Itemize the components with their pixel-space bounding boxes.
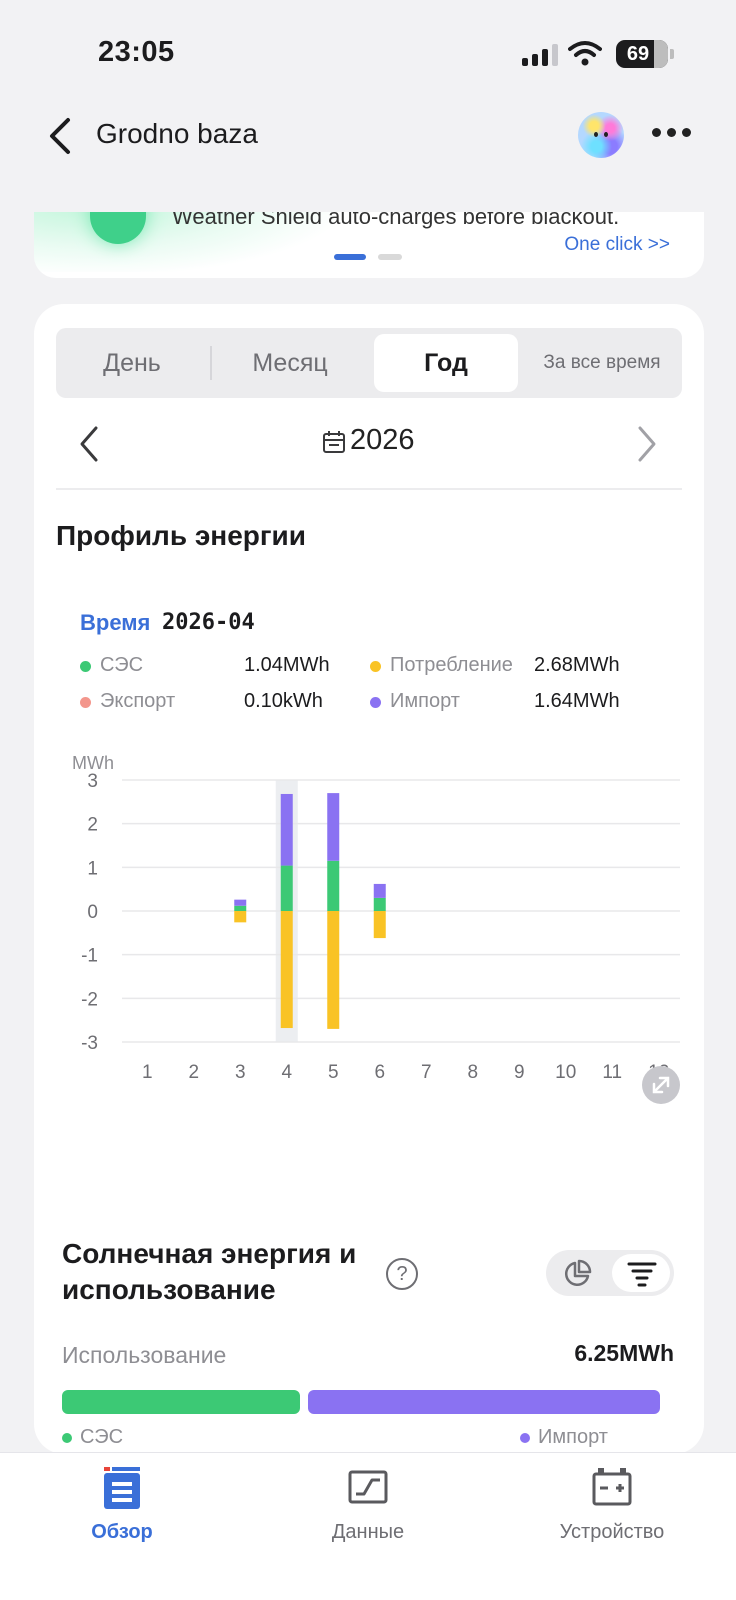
legend-dot-pv xyxy=(80,661,91,672)
x-tick-label: 10 xyxy=(555,1062,576,1083)
y-tick-label: -1 xyxy=(81,946,98,967)
y-tick-label: 1 xyxy=(87,858,98,879)
legend-value-import: 1.64MWh xyxy=(534,690,620,712)
y-axis-label: MWh xyxy=(72,753,114,773)
tab-all-time[interactable]: За все время xyxy=(526,328,678,398)
nav-data[interactable]: Данные xyxy=(268,1466,468,1544)
battery-cap xyxy=(670,49,674,59)
bar-segment xyxy=(280,865,293,911)
next-period-chevron-icon[interactable] xyxy=(636,424,658,464)
legend-value-consumption: 2.68MWh xyxy=(534,654,620,676)
status-time: 23:05 xyxy=(98,36,175,68)
tab-year[interactable]: Год xyxy=(374,328,518,398)
nav-overview-label: Обзор xyxy=(91,1521,153,1543)
bar-segment xyxy=(327,793,340,861)
tab-day[interactable]: День xyxy=(60,328,204,398)
x-tick-label: 1 xyxy=(142,1062,153,1083)
usage-legend-pv-label: СЭС xyxy=(80,1426,124,1448)
selected-year[interactable]: 2026 xyxy=(350,424,415,457)
bar-segment xyxy=(234,911,247,923)
legend-dot-export xyxy=(80,697,91,708)
flow-bars-icon[interactable] xyxy=(626,1260,658,1288)
x-tick-label: 2 xyxy=(188,1062,199,1083)
carousel-dot-active xyxy=(334,254,366,260)
banner-one-click-link[interactable]: One click >> xyxy=(564,234,670,256)
bar-segment xyxy=(327,911,340,1029)
previous-period-chevron-icon[interactable] xyxy=(78,424,100,464)
tooltip-time-label: Время xyxy=(80,610,151,635)
legend-value-export: 0.10kWh xyxy=(244,690,323,712)
bar-segment xyxy=(234,899,247,906)
bar-segment xyxy=(280,793,293,866)
y-tick-label: 3 xyxy=(87,771,98,792)
bar-segment xyxy=(373,883,386,898)
legend-value-pv: 1.04MWh xyxy=(244,654,330,676)
bar-segment xyxy=(280,911,293,1029)
x-tick-label: 11 xyxy=(602,1062,622,1083)
chart-icon xyxy=(348,1470,388,1504)
legend-dot-import xyxy=(370,697,381,708)
banner-text: Weather Shield auto-charges before black… xyxy=(172,212,620,229)
nav-overview[interactable]: Обзор xyxy=(22,1466,222,1544)
bar-segment xyxy=(327,860,340,911)
pie-chart-icon[interactable] xyxy=(562,1259,592,1289)
legend-name-export: Экспорт xyxy=(100,690,176,712)
help-icon[interactable]: ? xyxy=(386,1258,418,1290)
cellular-signal-icon xyxy=(522,44,558,66)
avatar[interactable] xyxy=(578,112,624,158)
tab-month[interactable]: Месяц xyxy=(216,328,364,398)
y-tick-label: -2 xyxy=(81,989,98,1010)
usage-legend-pv: СЭС xyxy=(62,1426,123,1449)
y-tick-label: 0 xyxy=(87,902,98,923)
carousel-dot xyxy=(378,254,402,260)
usage-value: 6.25MWh xyxy=(574,1340,674,1366)
segment-divider xyxy=(210,346,212,380)
x-tick-label: 8 xyxy=(467,1062,478,1083)
expand-chart-button[interactable] xyxy=(642,1066,680,1104)
x-tick-label: 3 xyxy=(235,1062,246,1083)
bar-segment xyxy=(373,897,386,911)
solar-usage-title: Солнечная энергия и использование xyxy=(62,1238,357,1305)
usage-bar-import xyxy=(308,1390,660,1414)
battery-icon: 69 xyxy=(616,40,668,68)
nav-data-label: Данные xyxy=(331,1521,405,1543)
nav-device[interactable]: Устройство xyxy=(512,1466,712,1544)
usage-legend-import: Импорт xyxy=(520,1426,608,1449)
bar-segment xyxy=(373,911,386,939)
usage-bar-pv xyxy=(62,1390,300,1414)
y-tick-label: 2 xyxy=(87,815,98,836)
wifi-icon xyxy=(568,41,602,66)
page-title: Grodno baza xyxy=(96,118,258,149)
legend-name-consumption: Потребление xyxy=(390,654,513,676)
energy-profile-chart[interactable]: MWh3210-1-2-3123456789101112 xyxy=(60,748,692,1108)
usage-label: Использование xyxy=(62,1342,227,1368)
divider xyxy=(56,488,682,490)
x-tick-label: 7 xyxy=(421,1062,432,1083)
device-icon xyxy=(592,1468,632,1506)
x-tick-label: 5 xyxy=(328,1062,339,1083)
calendar-icon[interactable] xyxy=(322,430,346,454)
x-tick-label: 4 xyxy=(281,1062,292,1083)
legend-dot-consumption xyxy=(370,661,381,672)
nav-device-label: Устройство xyxy=(559,1521,665,1543)
tooltip-time-value: 2026-04 xyxy=(162,610,255,635)
overview-icon xyxy=(104,1467,140,1509)
y-tick-label: -3 xyxy=(81,1033,98,1054)
more-options-icon[interactable] xyxy=(652,128,691,137)
legend-name-pv: СЭС xyxy=(100,654,144,676)
weather-shield-banner[interactable]: Weather Shield auto-charges before black… xyxy=(34,212,704,278)
expand-icon xyxy=(652,1076,670,1094)
bar-segment xyxy=(234,905,247,911)
battery-level: 69 xyxy=(626,43,650,65)
back-arrow-icon[interactable] xyxy=(44,114,80,158)
legend-name-import: Импорт xyxy=(390,690,460,712)
energy-profile-title: Профиль энергии xyxy=(56,520,306,551)
x-tick-label: 6 xyxy=(374,1062,385,1083)
x-tick-label: 9 xyxy=(514,1062,525,1083)
usage-legend-import-label: Импорт xyxy=(538,1426,608,1448)
